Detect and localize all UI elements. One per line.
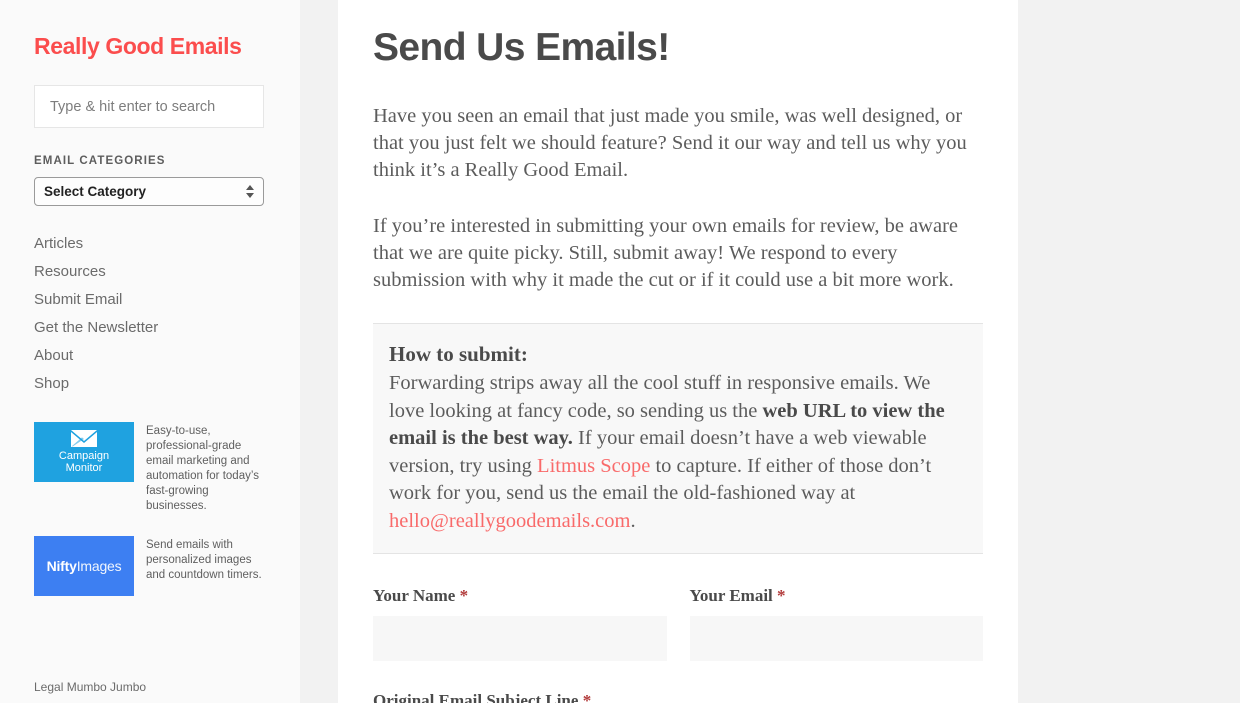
field-your-email: Your Email * [689, 586, 984, 662]
your-email-label-text: Your Email [689, 586, 773, 606]
sidebar-item-shop[interactable]: Shop [34, 370, 264, 398]
page-root: Really Good Emails EMAIL CATEGORIES Sele… [0, 0, 1240, 703]
category-select[interactable]: Select Category [34, 177, 264, 207]
email-categories-label: EMAIL CATEGORIES [34, 155, 166, 168]
sidebar-item-get-newsletter[interactable]: Get the Newsletter [34, 314, 264, 342]
content-background: Send Us Emails! Have you seen an email t… [300, 0, 1240, 703]
sidebar-item-about[interactable]: About [34, 342, 264, 370]
sidebar-nav: Articles Resources Submit Email Get the … [34, 230, 264, 398]
search-input[interactable] [48, 97, 250, 116]
intro-paragraph-2: If you’re interested in submitting your … [373, 214, 959, 291]
required-marker: * [582, 691, 592, 703]
envelope-icon [71, 430, 97, 448]
legal-link[interactable]: Legal Mumbo Jumbo [34, 680, 146, 694]
litmus-scope-link[interactable]: Litmus Scope [537, 455, 650, 477]
your-name-label-text: Your Name [373, 586, 456, 606]
how-to-submit-callout: How to submit: Forwarding strips away al… [373, 322, 983, 555]
category-select-value: Select Category [44, 184, 147, 200]
campaign-monitor-logo[interactable]: Campaign Monitor [34, 422, 134, 483]
main-content: Send Us Emails! Have you seen an email t… [338, 0, 1018, 703]
field-subject-line: Original Email Subject Line * [373, 691, 983, 703]
callout-text-4: . [630, 509, 636, 532]
search-box[interactable] [34, 85, 264, 129]
sponsor-nifty-images: NiftyImages Send emails with personalize… [34, 536, 264, 597]
site-logo[interactable]: Really Good Emails [34, 33, 264, 59]
sponsor-campaign-monitor: Campaign Monitor Easy-to-use, profession… [34, 422, 264, 514]
campaign-monitor-copy: Easy-to-use, professional-grade email ma… [146, 425, 259, 513]
page-title: Send Us Emails! [373, 26, 670, 69]
subject-line-label: Original Email Subject Line * [373, 691, 983, 703]
chevron-updown-icon [246, 185, 254, 199]
callout-body: Forwarding strips away all the cool stuf… [389, 370, 967, 535]
subject-line-label-text: Original Email Subject Line [373, 691, 579, 703]
your-name-label: Your Name * [373, 586, 667, 606]
field-your-name: Your Name * [373, 586, 667, 662]
form-row-name-email: Your Name * Your Email * [373, 586, 984, 662]
nifty-images-copy: Send emails with personalized images and… [146, 539, 262, 582]
campaign-monitor-logo-line1: Campaign [58, 450, 110, 463]
sidebar: Really Good Emails EMAIL CATEGORIES Sele… [0, 0, 300, 703]
sidebar-item-articles[interactable]: Articles [34, 230, 264, 258]
sidebar-item-submit-email[interactable]: Submit Email [34, 286, 264, 314]
nifty-images-logo-bold: Nifty [46, 558, 77, 575]
required-marker: * [459, 586, 469, 606]
form-row-subject: Original Email Subject Line * [373, 691, 983, 703]
nifty-images-logo[interactable]: NiftyImages [34, 536, 134, 597]
callout-heading: How to submit: [389, 341, 528, 366]
your-email-input[interactable] [689, 616, 983, 662]
your-email-label: Your Email * [690, 586, 984, 606]
nifty-images-logo-light: Images [76, 558, 122, 575]
required-marker: * [777, 586, 786, 606]
hello-email-link[interactable]: hello@reallygoodemails.com [389, 510, 630, 532]
campaign-monitor-logo-line2: Monitor [65, 462, 103, 475]
your-name-input[interactable] [373, 616, 667, 662]
sidebar-item-resources[interactable]: Resources [34, 258, 264, 286]
intro-paragraph-1: Have you seen an email that just made yo… [373, 104, 967, 181]
